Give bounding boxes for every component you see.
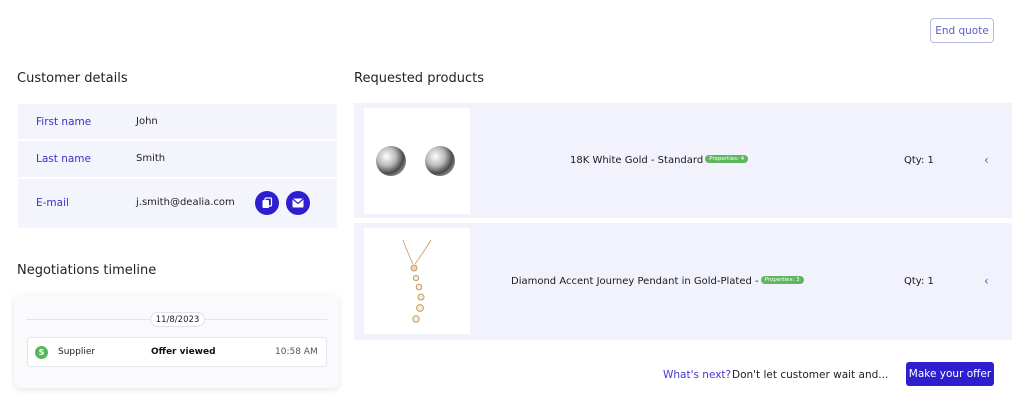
- first-name-label: First name: [36, 116, 92, 128]
- whats-next-hint: Don't let customer wait and...: [732, 369, 889, 381]
- email-row: E-mail j.smith@dealia.com: [18, 179, 337, 228]
- product-image-earrings: [364, 108, 470, 214]
- product-name-text: Diamond Accent Journey Pendant in Gold-P…: [511, 276, 759, 287]
- timeline-card: 11/8/2023 S Supplier Offer viewed 10:58 …: [14, 294, 339, 388]
- last-name-value: Smith: [136, 153, 166, 164]
- copy-icon: [262, 197, 273, 208]
- last-name-label: Last name: [36, 153, 91, 165]
- timeline-time: 10:58 AM: [275, 347, 318, 357]
- send-email-button[interactable]: [286, 191, 310, 215]
- negotiations-timeline-title: Negotiations timeline: [17, 263, 157, 278]
- timeline-date-badge: 11/8/2023: [150, 312, 205, 327]
- first-name-value: John: [136, 116, 158, 127]
- product-qty: Qty: 1: [904, 155, 934, 166]
- email-value: j.smith@dealia.com: [136, 197, 235, 208]
- first-name-row: First name John: [18, 104, 337, 139]
- requested-products-title: Requested products: [354, 71, 484, 86]
- properties-badge[interactable]: Properties: 4: [705, 155, 749, 163]
- make-offer-button[interactable]: Make your offer: [906, 362, 994, 386]
- properties-badge[interactable]: Properties: 3: [760, 276, 804, 284]
- whats-next-link[interactable]: What's next?: [663, 369, 731, 381]
- end-quote-button[interactable]: End quote: [930, 18, 994, 43]
- supplier-avatar: S: [35, 346, 48, 359]
- product-name-text: 18K White Gold - Standard: [570, 155, 704, 166]
- product-name: Diamond Accent Journey Pendant in Gold-P…: [511, 276, 804, 287]
- mail-icon: [292, 198, 304, 208]
- product-image-pendant: [364, 228, 470, 334]
- timeline-entry: S Supplier Offer viewed 10:58 AM: [27, 337, 327, 367]
- timeline-actor: Supplier: [58, 347, 96, 357]
- last-name-row: Last name Smith: [18, 141, 337, 177]
- customer-details-title: Customer details: [17, 71, 128, 86]
- chevron-left-icon[interactable]: ‹: [984, 153, 989, 167]
- product-name: 18K White Gold - Standard Properties: 4: [570, 155, 749, 166]
- product-qty: Qty: 1: [904, 276, 934, 287]
- email-label: E-mail: [36, 197, 69, 209]
- product-row[interactable]: Diamond Accent Journey Pendant in Gold-P…: [354, 223, 1012, 340]
- pendant-image: [402, 239, 432, 323]
- chevron-left-icon[interactable]: ‹: [984, 274, 989, 288]
- product-row[interactable]: 18K White Gold - Standard Properties: 4 Q…: [354, 103, 1012, 218]
- timeline-action: Offer viewed: [151, 347, 216, 357]
- copy-email-button[interactable]: [255, 191, 279, 215]
- earrings-image: [376, 146, 455, 176]
